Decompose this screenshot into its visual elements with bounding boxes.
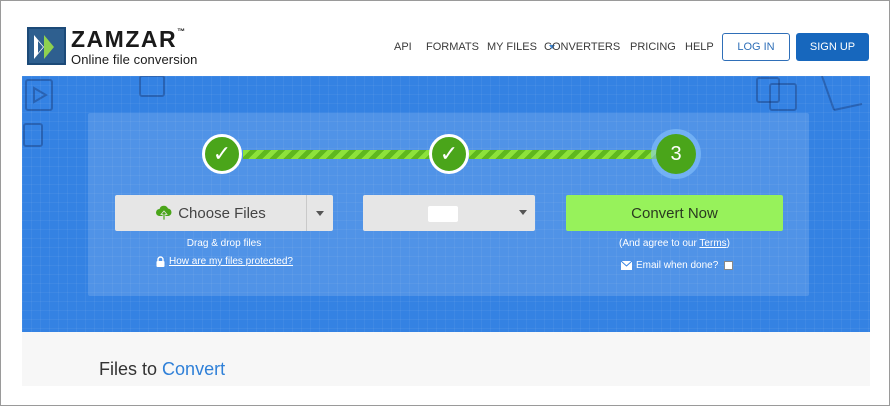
- converter-panel: ✓ ✓ 3 Choose Files Convert Now Drag & dr…: [88, 113, 809, 296]
- nav-pricing[interactable]: PRICING: [630, 41, 676, 53]
- files-protected-link[interactable]: How are my files protected?: [156, 256, 293, 267]
- nav-api[interactable]: API: [394, 41, 412, 53]
- files-to-convert-section: Files to Convert: [22, 332, 870, 386]
- nav-converters-label: CONVERTERS: [544, 41, 621, 53]
- format-select[interactable]: [363, 195, 535, 231]
- nav-converters[interactable]: CONVERTERS: [544, 41, 620, 53]
- terms-agreement: (And agree to our Terms): [618, 238, 730, 249]
- nav-formats[interactable]: FORMATS: [426, 41, 479, 53]
- logo-arrows-icon: [27, 27, 66, 65]
- email-when-done-checkbox[interactable]: [724, 261, 734, 270]
- email-when-done-label: Email when done?: [636, 260, 719, 271]
- choose-files-dropdown-toggle[interactable]: [306, 195, 333, 231]
- convert-now-button[interactable]: Convert Now: [566, 195, 783, 231]
- check-icon: ✓: [439, 141, 459, 166]
- step-1-complete: ✓: [202, 134, 242, 174]
- caret-down-icon: [316, 210, 324, 216]
- app-window: ZAMZAR™ Online file conversion API FORMA…: [0, 0, 890, 406]
- caret-down-icon: [519, 210, 527, 215]
- email-when-done: Email when done?: [621, 260, 734, 271]
- progress-bar-1: [243, 150, 448, 159]
- files-protected-label: How are my files protected?: [169, 256, 293, 267]
- lock-icon: [156, 256, 165, 267]
- progress-bar-2: [469, 150, 674, 159]
- drag-drop-hint: Drag & drop files: [186, 238, 262, 249]
- step-3-current: 3: [656, 134, 696, 174]
- brand-tagline: Online file conversion: [71, 52, 198, 67]
- envelope-icon: [621, 261, 632, 270]
- step-3-number: 3: [670, 142, 682, 165]
- files-to-convert-title: Files to Convert: [99, 359, 226, 379]
- brand-name: ZAMZAR™: [71, 26, 186, 52]
- choose-files-label: Choose Files: [178, 204, 266, 222]
- nav-help[interactable]: HELP: [685, 41, 714, 53]
- format-select-value: [428, 206, 458, 222]
- terms-link[interactable]: Terms: [699, 238, 726, 249]
- signup-button[interactable]: SIGN UP: [796, 33, 869, 61]
- cloud-upload-icon: [156, 205, 172, 221]
- choose-files-control: Choose Files: [115, 195, 333, 231]
- check-icon: ✓: [212, 141, 232, 166]
- nav-my-files[interactable]: MY FILES: [487, 41, 537, 53]
- step-2-complete: ✓: [429, 134, 469, 174]
- login-button[interactable]: LOG IN: [722, 33, 790, 61]
- choose-files-button[interactable]: Choose Files: [115, 195, 306, 231]
- zamzar-logo[interactable]: ZAMZAR™ Online file conversion: [27, 27, 198, 66]
- converter-hero: ✓ ✓ 3 Choose Files Convert Now Drag & dr…: [22, 76, 870, 332]
